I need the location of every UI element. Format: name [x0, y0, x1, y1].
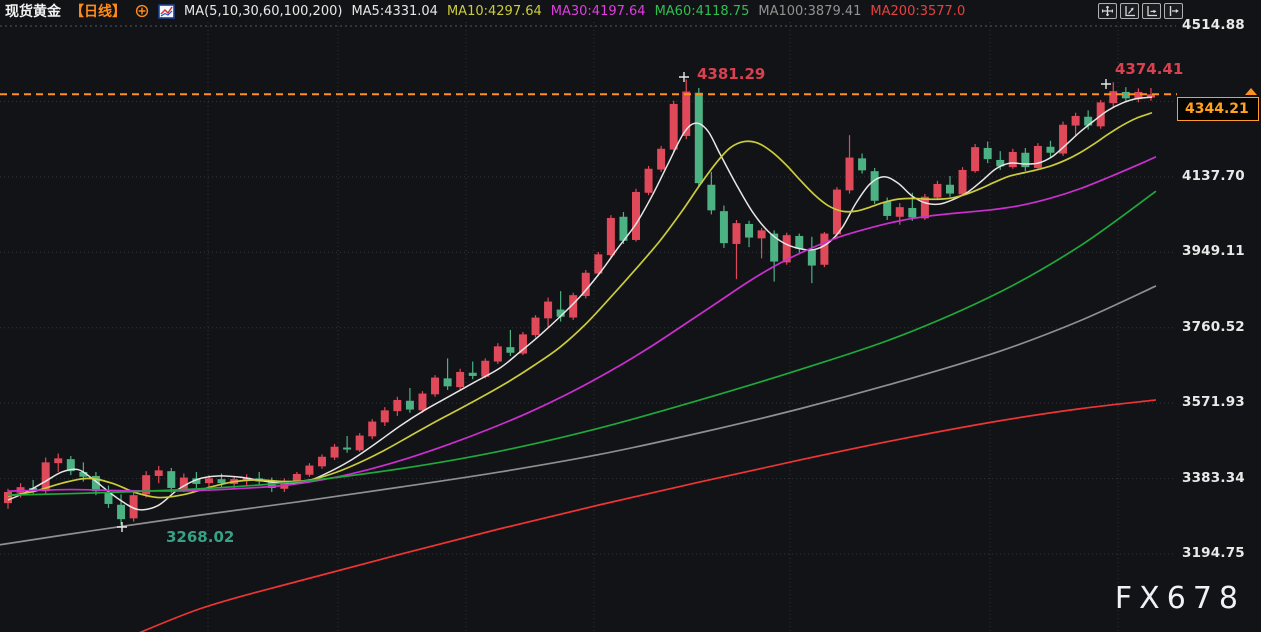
candle-body — [933, 184, 941, 198]
candle-body — [155, 470, 163, 476]
extreme-plus-marker — [1101, 79, 1111, 89]
candle-body — [318, 457, 326, 467]
price-axis[interactable]: 4514.884137.703949.113760.523571.933383.… — [1178, 0, 1261, 632]
chart-type-icon[interactable] — [158, 4, 175, 19]
candle-body — [4, 492, 12, 503]
candle-body — [444, 378, 452, 386]
extreme-price-label: 4381.29 — [697, 65, 765, 83]
candle-body — [908, 208, 916, 218]
candle-body — [506, 347, 514, 353]
candle-body — [795, 236, 803, 249]
candle-body — [544, 302, 552, 319]
candle-body — [456, 372, 464, 387]
axis-price-label: 3760.52 — [1182, 319, 1260, 335]
candle-body — [368, 422, 376, 437]
extreme-price-label: 4374.41 — [1115, 60, 1183, 78]
current-price-tag: 4344.21 — [1177, 97, 1259, 121]
candle-body — [218, 479, 226, 483]
candle-body — [695, 93, 703, 183]
candle-body — [745, 224, 753, 238]
candle-body — [167, 471, 175, 488]
candle-body — [469, 373, 477, 376]
candle-body — [205, 478, 213, 483]
ma5-value-label: MA5:4331.04 — [351, 4, 438, 19]
candle-body — [494, 346, 502, 361]
candle-body — [984, 148, 992, 159]
extreme-price-label: 3268.02 — [166, 528, 234, 546]
period-label[interactable]: 【日线】 — [70, 1, 126, 21]
candle-body — [1072, 116, 1080, 126]
candle-body — [343, 448, 351, 450]
axis-price-label: 3949.11 — [1182, 243, 1260, 259]
candle-body — [356, 436, 364, 451]
candle-body — [971, 147, 979, 171]
ma-line-ma5 — [8, 97, 1152, 510]
candle-body — [732, 223, 740, 244]
crosshair-move-icon[interactable] — [1098, 3, 1117, 19]
candle-body — [896, 207, 904, 217]
ma-line-ma60 — [8, 191, 1156, 495]
candle-body — [858, 158, 866, 170]
axis-price-label: 3571.93 — [1182, 394, 1260, 410]
candle-body — [1034, 146, 1042, 168]
fit-y-axis-icon[interactable] — [1120, 3, 1139, 19]
candle-body — [833, 190, 841, 235]
instrument-title: 现货黄金 — [5, 1, 61, 21]
axis-price-label: 3383.34 — [1182, 470, 1260, 486]
candle-body — [519, 334, 527, 353]
candle-body — [707, 185, 715, 211]
candle-body — [381, 410, 389, 422]
candle-body — [1021, 153, 1029, 167]
candle-body — [657, 149, 665, 170]
candle-body — [820, 234, 828, 265]
extreme-plus-marker — [117, 522, 127, 532]
ma30-value-label: MA30:4197.64 — [551, 4, 646, 19]
candle-body — [883, 202, 891, 216]
chart-header: 现货黄金 【日线】 MA(5,10,30,60,100,200) MA5:433… — [0, 0, 1261, 22]
add-indicator-icon[interactable] — [135, 4, 149, 18]
candle-body — [770, 234, 778, 262]
candle-body — [331, 447, 339, 458]
candle-body — [117, 505, 125, 519]
chart-window: 4381.29 4374.41 3268.02 现货黄金 【日线】 MA(5,10,… — [0, 0, 1261, 632]
ma-line-ma100 — [0, 286, 1156, 545]
shift-right-icon[interactable] — [1164, 3, 1183, 19]
candle-body — [418, 394, 426, 411]
extreme-plus-marker — [679, 72, 689, 82]
candle-body — [959, 170, 967, 194]
chart-toolbar — [1098, 3, 1183, 19]
candle-body — [808, 250, 816, 266]
candle-body — [54, 458, 62, 463]
candle-body — [1084, 117, 1092, 126]
candle-body — [632, 192, 640, 240]
ma200-value-label: MA200:3577.0 — [870, 4, 965, 19]
fit-x-axis-icon[interactable] — [1142, 3, 1161, 19]
candle-body — [431, 378, 439, 395]
ma-line-ma10 — [8, 113, 1152, 498]
axis-price-label: 4137.70 — [1182, 168, 1260, 184]
candle-body — [871, 171, 879, 201]
candle-body — [1009, 152, 1017, 167]
candle-body — [720, 211, 728, 243]
candle-body — [607, 218, 615, 255]
candle-body — [846, 158, 854, 191]
candlestick-chart[interactable]: 4381.29 4374.41 3268.02 — [0, 0, 1261, 632]
ma60-value-label: MA60:4118.75 — [655, 4, 750, 19]
axis-price-label: 3194.75 — [1182, 545, 1260, 561]
ma100-value-label: MA100:3879.41 — [758, 4, 861, 19]
candle-body — [393, 400, 401, 411]
candle-body — [670, 104, 678, 150]
candle-body — [406, 401, 414, 410]
candle-body — [532, 318, 540, 336]
candle-body — [305, 466, 313, 475]
candle-body — [1046, 147, 1054, 153]
candle-body — [946, 185, 954, 194]
ma-parameters-label: MA(5,10,30,60,100,200) — [184, 4, 342, 19]
ma10-value-label: MA10:4297.64 — [447, 4, 542, 19]
ma-line-ma30 — [8, 157, 1156, 491]
candle-body — [645, 169, 653, 193]
candle-body — [758, 230, 766, 238]
ma-line-ma200 — [100, 400, 1156, 632]
candle-body — [1109, 91, 1117, 103]
